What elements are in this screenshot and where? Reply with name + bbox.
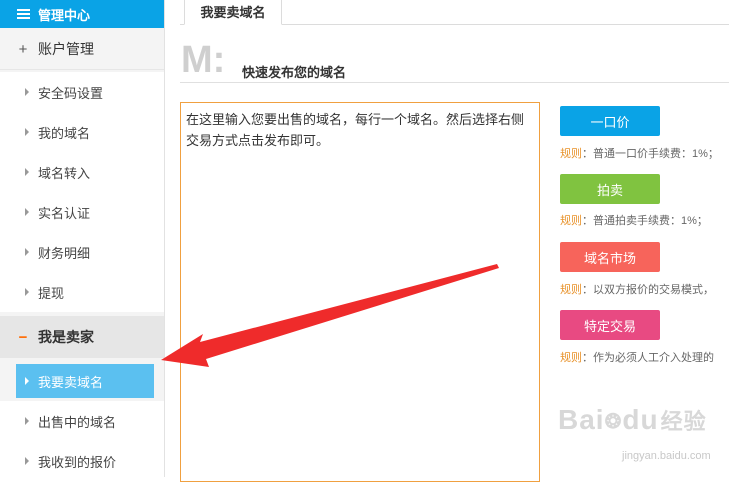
caret-right-icon	[25, 288, 29, 296]
rule-key[interactable]: 规则	[560, 284, 582, 296]
sidebar-item-label: 提现	[38, 285, 65, 301]
sidebar-item-finance[interactable]: 财务明细	[0, 232, 164, 272]
caret-right-icon	[25, 417, 29, 425]
section-title: 快速发布您的域名	[242, 65, 347, 80]
watermark-logo: Bai❂du经验	[558, 404, 707, 435]
sidebar-group-seller[interactable]: − 我是卖家	[0, 316, 164, 358]
sidebar-header-label: 管理中心	[38, 7, 91, 23]
caret-right-icon	[25, 377, 29, 385]
specific-trade-button[interactable]: 特定交易	[560, 310, 660, 340]
caret-right-icon	[25, 248, 29, 256]
sidebar-item-security-code[interactable]: 安全码设置	[0, 72, 164, 112]
sidebar-item-sell-domain[interactable]: 我要卖域名	[16, 364, 154, 398]
sidebar-item-real-name[interactable]: 实名认证	[0, 192, 164, 232]
sidebar-item-my-domains[interactable]: 我的域名	[0, 112, 164, 152]
sidebar-item-label: 财务明细	[38, 245, 91, 261]
rule-text: ：作为必须人工介入处理的	[582, 352, 714, 364]
sidebar-item-label: 我的域名	[38, 125, 91, 141]
caret-right-icon	[25, 88, 29, 96]
section-letter: M:	[181, 39, 226, 81]
caret-right-icon	[25, 128, 29, 136]
rule-key[interactable]: 规则	[560, 352, 582, 364]
tab-bar: 我要卖域名	[180, 0, 729, 25]
watermark-url: jingyan.baidu.com	[622, 450, 711, 462]
specific-trade-rule: 规则：作为必须人工介入处理的	[560, 349, 729, 365]
sidebar-group-label: 我是卖家	[38, 329, 94, 345]
menu-icon	[17, 9, 30, 19]
sidebar-item-label: 实名认证	[38, 205, 91, 221]
fixed-price-rule: 规则：普通一口价手续费：1%；	[560, 145, 729, 161]
sidebar-item-domains-on-sale[interactable]: 出售中的域名	[0, 401, 164, 441]
sidebar: 管理中心 + 账户管理 安全码设置 我的域名 域名转入 实名认证 财务明细 提现…	[0, 0, 165, 481]
paw-icon: ❂	[604, 411, 623, 434]
caret-right-icon	[25, 457, 29, 465]
auction-rule: 规则：普通拍卖手续费：1%；	[560, 212, 729, 228]
rule-key[interactable]: 规则	[560, 148, 582, 160]
fixed-price-button[interactable]: 一口价	[560, 106, 660, 136]
caret-right-icon	[25, 208, 29, 216]
sidebar-header[interactable]: 管理中心	[0, 0, 164, 28]
expand-icon: +	[18, 40, 28, 58]
domain-market-button[interactable]: 域名市场	[560, 242, 660, 272]
domain-market-rule: 规则：以双方报价的交易模式，	[560, 281, 729, 297]
sidebar-item-label: 安全码设置	[38, 85, 104, 101]
caret-right-icon	[25, 168, 29, 176]
rule-text: ：普通拍卖手续费：1%；	[582, 215, 708, 227]
rule-key[interactable]: 规则	[560, 215, 582, 227]
sidebar-item-withdraw[interactable]: 提现	[0, 272, 164, 312]
baidu-watermark: Bai❂du经验 jingyan.baidu.com	[558, 404, 711, 462]
sidebar-item-label: 出售中的域名	[38, 414, 117, 430]
rule-text: ：普通一口价手续费：1%；	[582, 148, 719, 160]
sidebar-item-domain-transfer[interactable]: 域名转入	[0, 152, 164, 192]
divider	[180, 82, 729, 83]
sidebar-group-account[interactable]: + 账户管理	[0, 29, 164, 70]
sidebar-item-received-offers[interactable]: 我收到的报价	[0, 441, 164, 481]
domain-list-input[interactable]: 在这里输入您要出售的域名，每行一个域名。然后选择右侧交易方式点击发布即可。	[180, 102, 540, 482]
collapse-icon: −	[18, 328, 28, 346]
sidebar-item-label: 域名转入	[38, 165, 91, 181]
rule-text: ：以双方报价的交易模式，	[582, 284, 714, 296]
tab-sell-domain[interactable]: 我要卖域名	[184, 0, 282, 25]
sidebar-item-label: 我要卖域名	[38, 374, 104, 390]
sidebar-item-label: 我收到的报价	[38, 454, 117, 470]
auction-button[interactable]: 拍卖	[560, 174, 660, 204]
sidebar-group-label: 账户管理	[38, 41, 94, 57]
